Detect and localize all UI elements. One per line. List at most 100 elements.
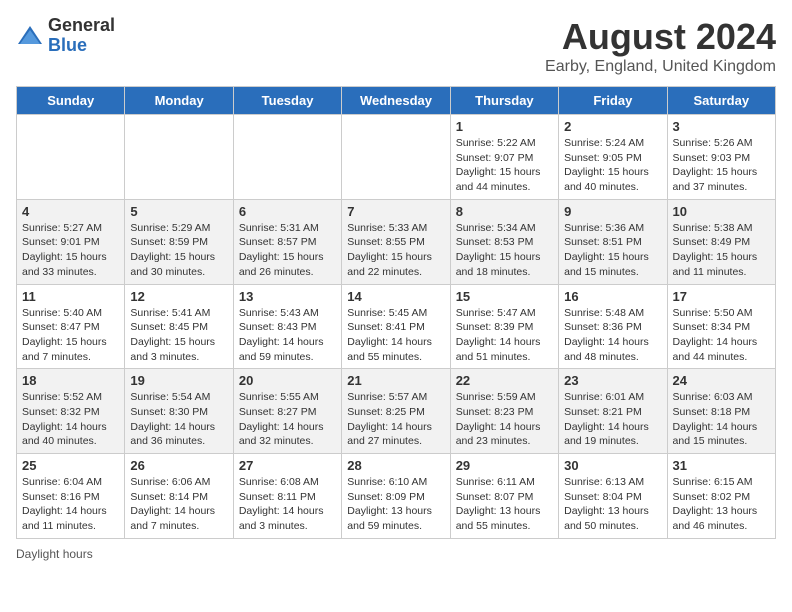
calendar-cell: 6 Sunrise: 5:31 AMSunset: 8:57 PMDaylight… [233, 199, 341, 284]
calendar-cell: 8 Sunrise: 5:34 AMSunset: 8:53 PMDaylight… [450, 199, 558, 284]
cell-info: Sunrise: 6:04 AMSunset: 8:16 PMDaylight:… [22, 475, 119, 534]
col-header-monday: Monday [125, 87, 233, 115]
calendar-cell: 5 Sunrise: 5:29 AMSunset: 8:59 PMDaylight… [125, 199, 233, 284]
calendar-cell [342, 115, 450, 200]
day-number: 9 [564, 204, 661, 219]
cell-info: Sunrise: 5:55 AMSunset: 8:27 PMDaylight:… [239, 390, 336, 449]
day-number: 19 [130, 373, 227, 388]
day-number: 24 [673, 373, 770, 388]
cell-info: Sunrise: 5:24 AMSunset: 9:05 PMDaylight:… [564, 136, 661, 195]
cell-info: Sunrise: 5:22 AMSunset: 9:07 PMDaylight:… [456, 136, 553, 195]
day-number: 26 [130, 458, 227, 473]
cell-info: Sunrise: 5:29 AMSunset: 8:59 PMDaylight:… [130, 221, 227, 280]
day-number: 14 [347, 289, 444, 304]
col-header-sunday: Sunday [17, 87, 125, 115]
day-number: 27 [239, 458, 336, 473]
cell-info: Sunrise: 5:57 AMSunset: 8:25 PMDaylight:… [347, 390, 444, 449]
calendar-cell: 26Sunrise: 6:06 AMSunset: 8:14 PMDayligh… [125, 454, 233, 539]
cell-info: Sunrise: 5:34 AMSunset: 8:53 PMDaylight:… [456, 221, 553, 280]
calendar-cell: 1 Sunrise: 5:22 AMSunset: 9:07 PMDaylight… [450, 115, 558, 200]
day-number: 23 [564, 373, 661, 388]
cell-info: Sunrise: 5:41 AMSunset: 8:45 PMDaylight:… [130, 306, 227, 365]
calendar-cell: 30Sunrise: 6:13 AMSunset: 8:04 PMDayligh… [559, 454, 667, 539]
cell-info: Sunrise: 5:50 AMSunset: 8:34 PMDaylight:… [673, 306, 770, 365]
calendar-cell: 27 Sunrise: 6:08 AMSunset: 8:11 PMDayligh… [233, 454, 341, 539]
day-number: 29 [456, 458, 553, 473]
cell-info: Sunrise: 6:15 AMSunset: 8:02 PMDaylight:… [673, 475, 770, 534]
calendar-cell: 4Sunrise: 5:27 AMSunset: 9:01 PMDaylight… [17, 199, 125, 284]
cell-info: Sunrise: 5:43 AMSunset: 8:43 PMDaylight:… [239, 306, 336, 365]
day-number: 15 [456, 289, 553, 304]
footer: Daylight hours [16, 547, 776, 561]
day-number: 17 [673, 289, 770, 304]
day-number: 25 [22, 458, 119, 473]
calendar-cell: 25 Sunrise: 6:04 AMSunset: 8:16 PMDayligh… [17, 454, 125, 539]
day-number: 6 [239, 204, 336, 219]
day-number: 3 [673, 119, 770, 134]
cell-info: Sunrise: 6:01 AMSunset: 8:21 PMDaylight:… [564, 390, 661, 449]
calendar-cell: 20 Sunrise: 5:55 AMSunset: 8:27 PMDayligh… [233, 369, 341, 454]
calendar-cell: 31 Sunrise: 6:15 AMSunset: 8:02 PMDayligh… [667, 454, 775, 539]
calendar-cell: 14 Sunrise: 5:45 AMSunset: 8:41 PMDayligh… [342, 284, 450, 369]
cell-info: Sunrise: 5:45 AMSunset: 8:41 PMDaylight:… [347, 306, 444, 365]
week-row-2: 4Sunrise: 5:27 AMSunset: 9:01 PMDaylight… [17, 199, 776, 284]
calendar-table: SundayMondayTuesdayWednesdayThursdayFrid… [16, 86, 776, 539]
cell-info: Sunrise: 5:26 AMSunset: 9:03 PMDaylight:… [673, 136, 770, 195]
calendar-cell: 10 Sunrise: 5:38 AMSunset: 8:49 PMDayligh… [667, 199, 775, 284]
day-number: 8 [456, 204, 553, 219]
cell-info: Sunrise: 5:48 AMSunset: 8:36 PMDaylight:… [564, 306, 661, 365]
calendar-cell [233, 115, 341, 200]
day-number: 5 [130, 204, 227, 219]
day-number: 13 [239, 289, 336, 304]
cell-info: Sunrise: 5:40 AMSunset: 8:47 PMDaylight:… [22, 306, 119, 365]
cell-info: Sunrise: 5:38 AMSunset: 8:49 PMDaylight:… [673, 221, 770, 280]
calendar-cell: 16Sunrise: 5:48 AMSunset: 8:36 PMDayligh… [559, 284, 667, 369]
calendar-cell: 9Sunrise: 5:36 AMSunset: 8:51 PMDaylight… [559, 199, 667, 284]
header-row: SundayMondayTuesdayWednesdayThursdayFrid… [17, 87, 776, 115]
day-number: 10 [673, 204, 770, 219]
calendar-cell [125, 115, 233, 200]
day-number: 20 [239, 373, 336, 388]
title-block: August 2024 Earby, England, United Kingd… [545, 16, 776, 76]
calendar-cell: 19Sunrise: 5:54 AMSunset: 8:30 PMDayligh… [125, 369, 233, 454]
day-number: 2 [564, 119, 661, 134]
calendar-cell: 28 Sunrise: 6:10 AMSunset: 8:09 PMDayligh… [342, 454, 450, 539]
cell-info: Sunrise: 5:33 AMSunset: 8:55 PMDaylight:… [347, 221, 444, 280]
day-number: 22 [456, 373, 553, 388]
calendar-cell: 13 Sunrise: 5:43 AMSunset: 8:43 PMDayligh… [233, 284, 341, 369]
day-number: 4 [22, 204, 119, 219]
calendar-cell: 11Sunrise: 5:40 AMSunset: 8:47 PMDayligh… [17, 284, 125, 369]
col-header-tuesday: Tuesday [233, 87, 341, 115]
day-number: 28 [347, 458, 444, 473]
calendar-cell [17, 115, 125, 200]
daylight-label: Daylight hours [16, 547, 93, 561]
calendar-cell: 23 Sunrise: 6:01 AMSunset: 8:21 PMDayligh… [559, 369, 667, 454]
day-number: 7 [347, 204, 444, 219]
week-row-5: 25 Sunrise: 6:04 AMSunset: 8:16 PMDayligh… [17, 454, 776, 539]
day-number: 12 [130, 289, 227, 304]
calendar-cell: 22Sunrise: 5:59 AMSunset: 8:23 PMDayligh… [450, 369, 558, 454]
week-row-1: 1 Sunrise: 5:22 AMSunset: 9:07 PMDaylight… [17, 115, 776, 200]
calendar-cell: 18Sunrise: 5:52 AMSunset: 8:32 PMDayligh… [17, 369, 125, 454]
day-number: 1 [456, 119, 553, 134]
cell-info: Sunrise: 6:13 AMSunset: 8:04 PMDaylight:… [564, 475, 661, 534]
logo: General Blue [16, 16, 115, 56]
day-number: 31 [673, 458, 770, 473]
cell-info: Sunrise: 6:08 AMSunset: 8:11 PMDaylight:… [239, 475, 336, 534]
cell-info: Sunrise: 5:31 AMSunset: 8:57 PMDaylight:… [239, 221, 336, 280]
calendar-cell: 24Sunrise: 6:03 AMSunset: 8:18 PMDayligh… [667, 369, 775, 454]
calendar-cell: 3 Sunrise: 5:26 AMSunset: 9:03 PMDaylight… [667, 115, 775, 200]
cell-info: Sunrise: 6:10 AMSunset: 8:09 PMDaylight:… [347, 475, 444, 534]
col-header-friday: Friday [559, 87, 667, 115]
col-header-thursday: Thursday [450, 87, 558, 115]
calendar-cell: 29Sunrise: 6:11 AMSunset: 8:07 PMDayligh… [450, 454, 558, 539]
calendar-cell: 21 Sunrise: 5:57 AMSunset: 8:25 PMDayligh… [342, 369, 450, 454]
subtitle: Earby, England, United Kingdom [545, 58, 776, 76]
cell-info: Sunrise: 5:52 AMSunset: 8:32 PMDaylight:… [22, 390, 119, 449]
col-header-wednesday: Wednesday [342, 87, 450, 115]
calendar-cell: 17 Sunrise: 5:50 AMSunset: 8:34 PMDayligh… [667, 284, 775, 369]
day-number: 21 [347, 373, 444, 388]
logo-text: General Blue [48, 16, 115, 56]
week-row-4: 18Sunrise: 5:52 AMSunset: 8:32 PMDayligh… [17, 369, 776, 454]
week-row-3: 11Sunrise: 5:40 AMSunset: 8:47 PMDayligh… [17, 284, 776, 369]
